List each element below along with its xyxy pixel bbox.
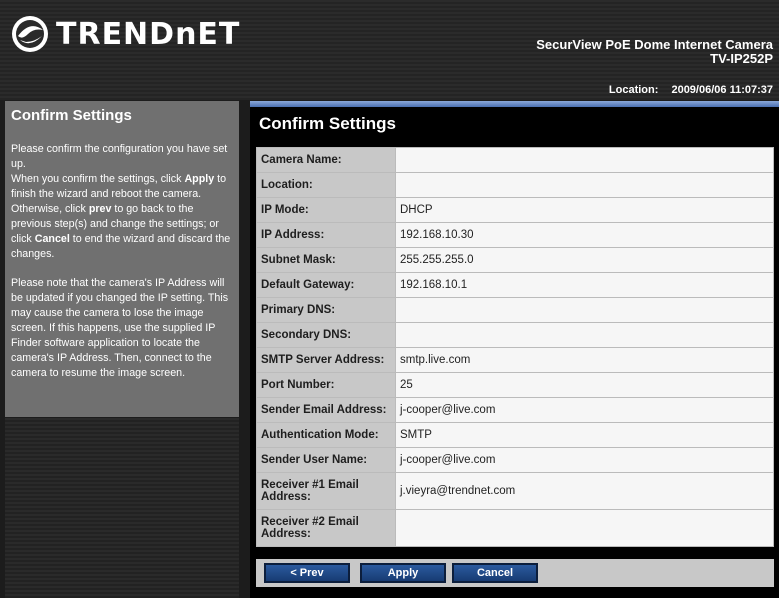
setting-value [395, 509, 774, 547]
table-row: Sender User Name: j-cooper@live.com [256, 447, 774, 473]
setting-label: Receiver #1 Email Address: [256, 472, 396, 510]
table-row: Camera Name: [256, 147, 774, 173]
setting-value: j-cooper@live.com [395, 397, 774, 423]
prev-button[interactable]: < Prev [264, 563, 350, 583]
table-row: SMTP Server Address: smtp.live.com [256, 347, 774, 373]
table-row: Receiver #2 Email Address: [256, 509, 774, 547]
help-text-part: When you confirm the settings, click [11, 173, 185, 185]
help-text-prev: prev [88, 203, 112, 215]
setting-value: DHCP [395, 197, 774, 223]
product-title: SecurView PoE Dome Internet Camera TV-IP… [536, 38, 773, 66]
setting-value: 25 [395, 372, 774, 398]
table-row: IP Address: 192.168.10.30 [256, 222, 774, 248]
setting-value: j.vieyra@trendnet.com [395, 472, 774, 510]
setting-value [395, 147, 774, 173]
setting-value: 192.168.10.30 [395, 222, 774, 248]
setting-label: Authentication Mode: [256, 422, 396, 448]
setting-value: 192.168.10.1 [395, 272, 774, 298]
table-row: Sender Email Address: j-cooper@live.com [256, 397, 774, 423]
header: TRENDnET SecurView PoE Dome Internet Cam… [0, 0, 779, 100]
button-bar: < Prev Apply Cancel [256, 559, 774, 587]
table-row: Default Gateway: 192.168.10.1 [256, 272, 774, 298]
apply-button[interactable]: Apply [360, 563, 446, 583]
table-row: Subnet Mask: 255.255.255.0 [256, 247, 774, 273]
help-text-cancel: Cancel [34, 233, 70, 245]
help-text-apply: Apply [184, 173, 215, 185]
setting-label: Sender Email Address: [256, 397, 396, 423]
setting-label: Primary DNS: [256, 297, 396, 323]
location-bar: Location: 2009/06/06 11:07:37 [599, 84, 773, 96]
logo-text: TRENDnET [56, 16, 241, 52]
location-label: Location: [608, 84, 659, 96]
main-panel: Confirm Settings Camera Name: Location: IP… [250, 101, 779, 598]
setting-value: smtp.live.com [395, 347, 774, 373]
help-sidebar: Confirm Settings Please confirm the conf… [5, 101, 239, 417]
setting-value: SMTP [395, 422, 774, 448]
setting-label: Default Gateway: [256, 272, 396, 298]
table-row: Port Number: 25 [256, 372, 774, 398]
setting-value: j-cooper@live.com [395, 447, 774, 473]
setting-value [395, 297, 774, 323]
setting-label: Subnet Mask: [256, 247, 396, 273]
sidebar-filler [5, 418, 239, 598]
table-row: Primary DNS: [256, 297, 774, 323]
setting-label: Secondary DNS: [256, 322, 396, 348]
product-name: SecurView PoE Dome Internet Camera [536, 37, 773, 52]
table-row: Receiver #1 Email Address: j.vieyra@trend… [256, 472, 774, 510]
cancel-button[interactable]: Cancel [452, 563, 538, 583]
setting-label: SMTP Server Address: [256, 347, 396, 373]
page-title: Confirm Settings [259, 114, 396, 133]
table-row: IP Mode: DHCP [256, 197, 774, 223]
sidebar-help-text-1: Please confirm the configuration you hav… [11, 142, 233, 262]
setting-label: Receiver #2 Email Address: [256, 509, 396, 547]
product-model: TV-IP252P [710, 51, 773, 66]
trendnet-logo: TRENDnET [10, 14, 240, 54]
setting-label: IP Address: [256, 222, 396, 248]
setting-label: Sender User Name: [256, 447, 396, 473]
table-row: Authentication Mode: SMTP [256, 422, 774, 448]
main-topbar [250, 101, 779, 107]
setting-value [395, 172, 774, 198]
setting-label: IP Mode: [256, 197, 396, 223]
setting-value [395, 322, 774, 348]
table-row: Location: [256, 172, 774, 198]
trendnet-logo-icon [12, 16, 48, 52]
sidebar-title: Confirm Settings [11, 107, 132, 124]
setting-value: 255.255.255.0 [395, 247, 774, 273]
settings-table: Camera Name: Location: IP Mode: DHCP IP Addr… [256, 147, 774, 547]
table-row: Secondary DNS: [256, 322, 774, 348]
sidebar-help-text-2: Please note that the camera's IP Address… [11, 277, 229, 379]
help-text-intro: Please confirm the configuration you hav… [11, 143, 228, 170]
datetime: 2009/06/06 11:07:37 [671, 84, 773, 96]
setting-label: Camera Name: [256, 147, 396, 173]
setting-label: Port Number: [256, 372, 396, 398]
setting-label: Location: [256, 172, 396, 198]
